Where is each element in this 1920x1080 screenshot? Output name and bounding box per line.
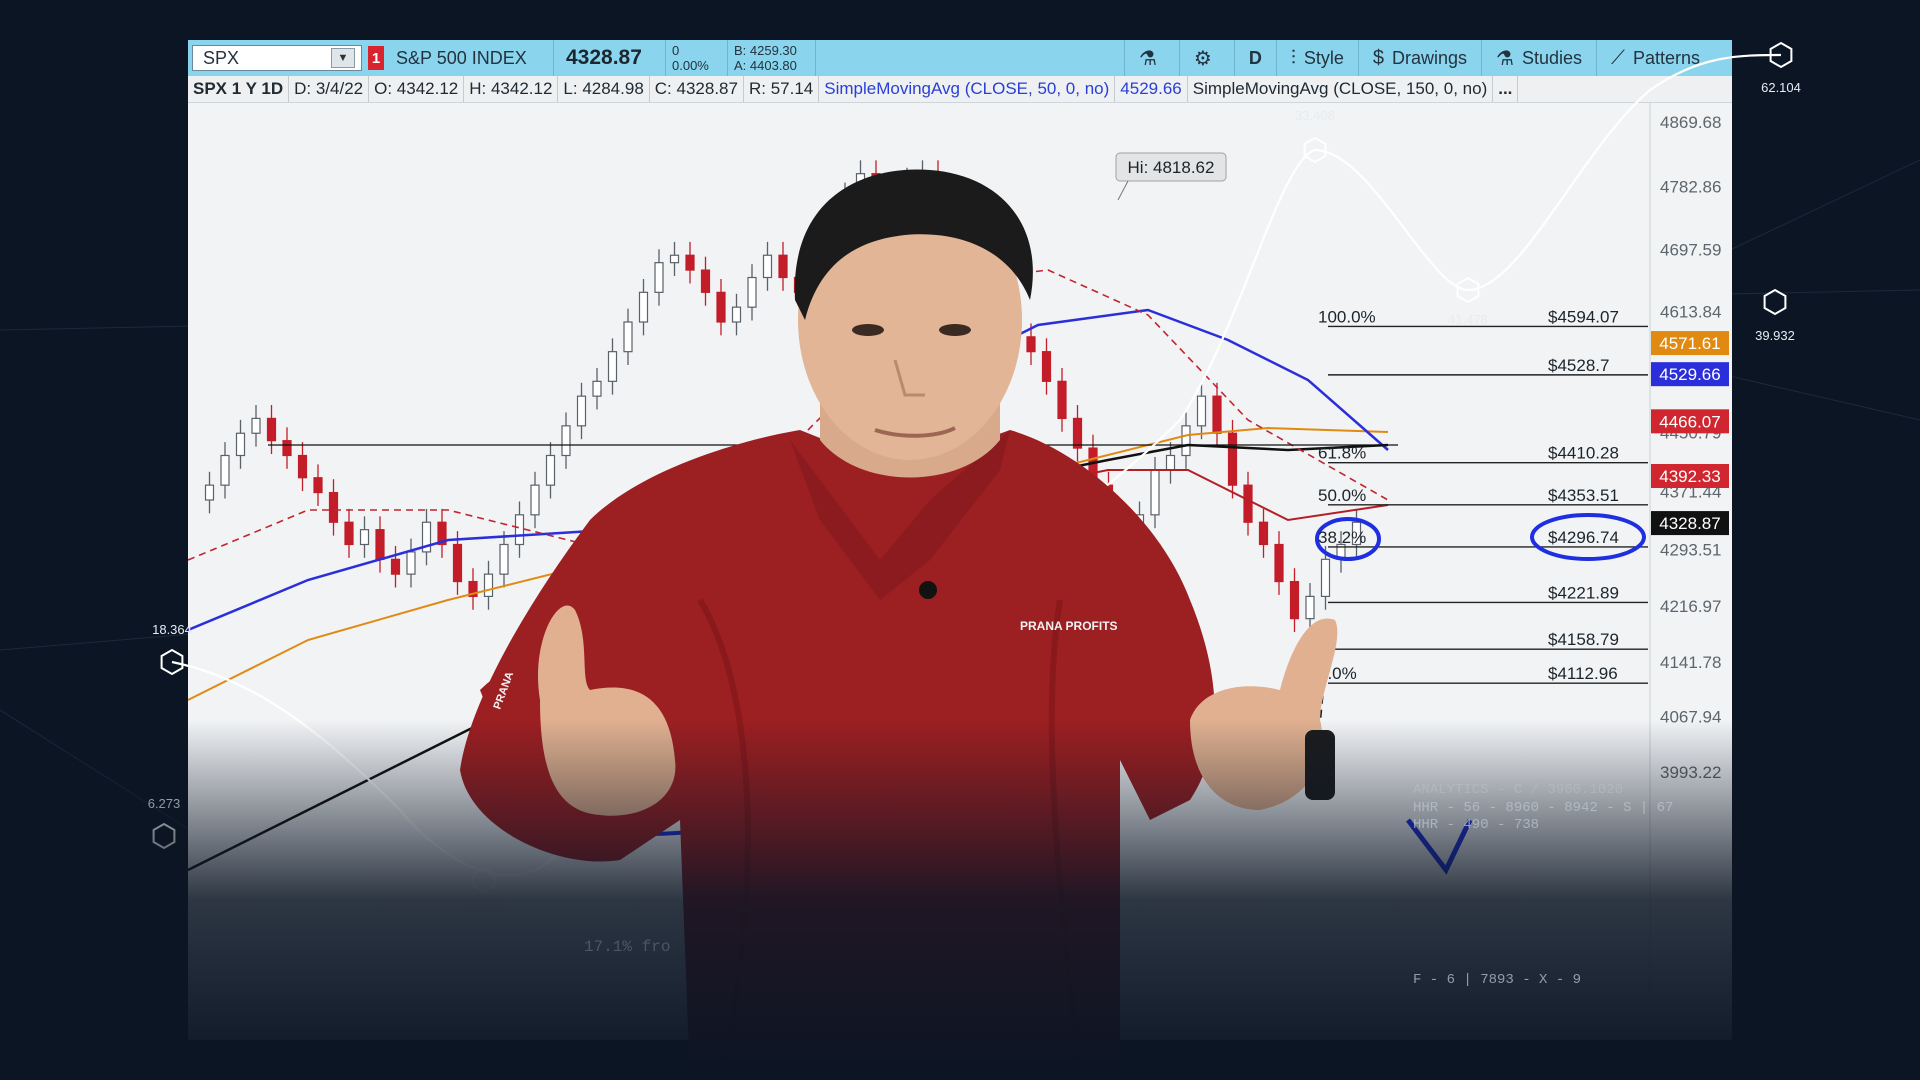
video-frame: SPX ▼ 1 S&P 500 INDEX 4328.87 0 0.00% B:… — [0, 0, 1920, 1080]
hud-line-3: HHR - 56 - 8960 - 8942 - S | 67 — [1413, 800, 1674, 816]
shirt-logo: PRANA PROFITS — [1020, 619, 1118, 633]
hud-line-1: F - 6 | 7893 - X - 9 — [1413, 972, 1582, 988]
hud-line-4: HHR - 490 - 738 — [1413, 817, 1540, 833]
presenter: PRANA PROFITS PRANA — [460, 169, 1338, 1080]
hud-line-5: 17.1% fro — [584, 938, 671, 956]
lapel-mic — [919, 581, 937, 599]
watch — [1305, 730, 1335, 800]
hud-line-2: ANALYTICS - C / 3960.1020 — [1413, 782, 1624, 798]
